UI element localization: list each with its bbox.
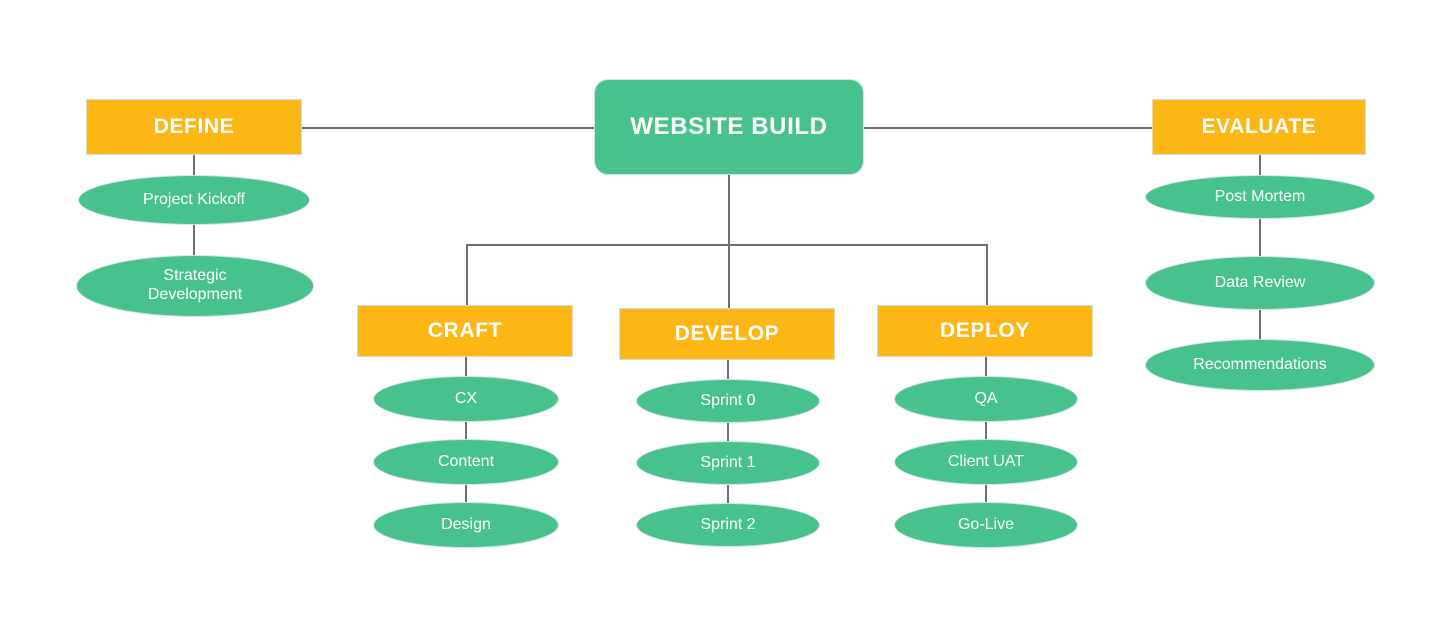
task-label-sprint-0: Sprint 0 [700,391,756,409]
task-label-sprint-2: Sprint 2 [700,515,756,533]
phase-label-craft: CRAFT [427,318,503,342]
phase-label-deploy: DEPLOY [940,318,1030,342]
task-node-sprint-2[interactable]: Sprint 2 [636,503,820,547]
task-node-client-uat[interactable]: Client UAT [894,439,1078,485]
task-label-strategic-development-line2: Development [147,286,243,303]
connector-bus-to-deploy [986,244,988,305]
task-node-design[interactable]: Design [373,502,559,548]
task-node-go-live[interactable]: Go-Live [894,502,1078,548]
task-label-client-uat: Client UAT [947,452,1025,470]
task-label-strategic-development: Strategic Development [138,267,252,305]
task-label-qa: QA [974,389,998,407]
task-node-qa[interactable]: QA [894,376,1078,422]
connector-data-review-to-recommendations [1259,308,1261,340]
root-node-website-build[interactable]: WEBSITE BUILD [594,79,864,175]
task-label-cx: CX [454,389,478,407]
phase-label-define: DEFINE [153,114,235,138]
connector-post-mortem-to-data-review [1259,217,1261,257]
task-label-post-mortem: Post Mortem [1214,187,1306,205]
task-node-recommendations[interactable]: Recommendations [1145,339,1375,391]
task-node-cx[interactable]: CX [373,376,559,422]
connector-project-kickoff-to-strategic-development [193,224,195,256]
phase-label-evaluate: EVALUATE [1201,114,1317,138]
phase-box-define[interactable]: DEFINE [86,99,302,155]
diagram-canvas: WEBSITE BUILD DEFINE Project Kickoff Str… [0,0,1440,624]
task-node-sprint-0[interactable]: Sprint 0 [636,379,820,423]
task-label-project-kickoff: Project Kickoff [143,190,245,208]
connector-root-to-define [302,127,594,129]
task-label-design: Design [441,515,491,533]
task-label-recommendations: Recommendations [1193,355,1327,373]
task-label-go-live: Go-Live [957,515,1015,533]
connector-evaluate-to-post-mortem [1259,155,1261,177]
phase-box-evaluate[interactable]: EVALUATE [1152,99,1366,155]
task-label-content: Content [437,452,495,470]
task-node-project-kickoff[interactable]: Project Kickoff [78,175,310,225]
task-node-post-mortem[interactable]: Post Mortem [1145,175,1375,219]
task-label-strategic-development-line1: Strategic [163,267,227,285]
task-node-strategic-development[interactable]: Strategic Development [76,255,314,317]
task-label-data-review: Data Review [1214,273,1306,291]
connector-bus-to-craft [466,244,468,305]
task-label-sprint-1: Sprint 1 [700,453,756,471]
connector-root-to-evaluate [864,127,1152,129]
root-node-label: WEBSITE BUILD [630,112,828,140]
connector-root-stem [728,175,730,245]
connector-middle-bus [466,244,988,246]
phase-box-craft[interactable]: CRAFT [357,305,573,357]
connector-bus-to-develop [728,244,730,308]
phase-box-develop[interactable]: DEVELOP [619,308,835,360]
phase-box-deploy[interactable]: DEPLOY [877,305,1093,357]
phase-label-develop: DEVELOP [674,321,780,345]
task-node-sprint-1[interactable]: Sprint 1 [636,441,820,485]
task-node-content[interactable]: Content [373,439,559,485]
task-node-data-review[interactable]: Data Review [1145,256,1375,310]
